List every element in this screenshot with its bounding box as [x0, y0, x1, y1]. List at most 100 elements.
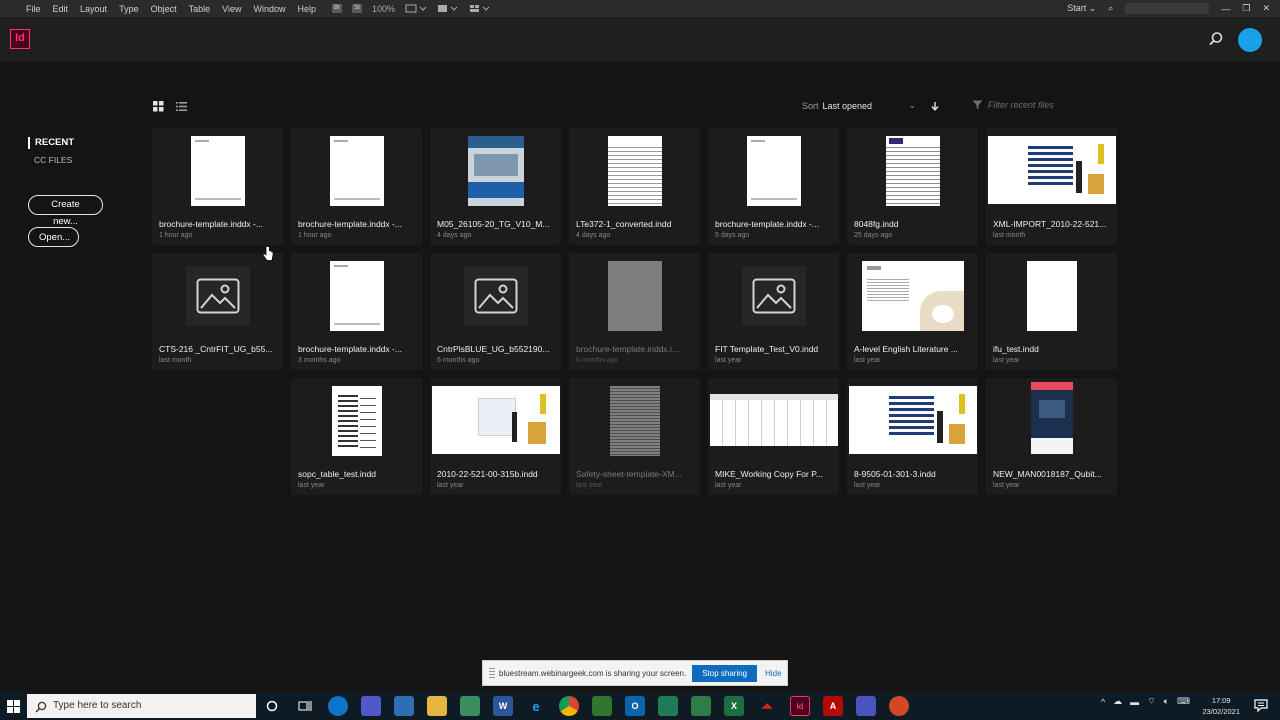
file-time: last year [854, 357, 881, 364]
file-time: 5 days ago [715, 232, 750, 239]
taskbar-clock[interactable]: 17:09 23/02/2021 [1202, 695, 1240, 717]
nav-recent[interactable]: RECENT [28, 137, 74, 149]
file-name: sopc_table_test.indd [298, 469, 376, 479]
powerpoint-icon[interactable] [889, 696, 909, 716]
empty-cell [152, 378, 283, 495]
file-card[interactable]: CTS-216 _CntrFIT_UG_b55... last month [152, 253, 283, 370]
calculator-icon[interactable] [658, 696, 678, 716]
file-card[interactable]: brochure-template.inddx.i... 6 months ag… [569, 253, 700, 370]
create-new-button[interactable]: Create new... [28, 195, 103, 227]
view-options-icon[interactable] [405, 4, 427, 13]
menu-edit[interactable]: Edit [47, 4, 75, 14]
volume-icon[interactable]: 🔈︎ [1164, 696, 1169, 707]
open-button[interactable]: Open... [28, 227, 79, 247]
filter-placeholder: Filter recent files [988, 100, 1055, 110]
file-time: last year [715, 357, 742, 364]
stock-button[interactable]: St [352, 4, 362, 13]
avatar[interactable] [1238, 28, 1262, 52]
notifications-icon[interactable] [1254, 699, 1268, 712]
file-card[interactable]: XML-IMPORT_2010-22-521... last month [986, 128, 1117, 245]
zoom-level[interactable]: 100% [372, 4, 395, 14]
restore-icon[interactable]: ❐ [1242, 3, 1250, 14]
edge-icon[interactable] [328, 696, 348, 716]
file-card[interactable]: 8048fg.indd 25 days ago [847, 128, 978, 245]
screen-share-banner: bluestream.webinargeek.com is sharing yo… [482, 660, 788, 686]
stop-sharing-button[interactable]: Stop sharing [692, 664, 758, 682]
onedrive-icon[interactable]: ▬ [1130, 697, 1139, 707]
filter-recent-files[interactable]: Filter recent files [972, 100, 1054, 110]
keyboard-icon[interactable]: ⌨ [1177, 696, 1190, 707]
arrange-icon[interactable] [469, 4, 491, 13]
store-icon[interactable] [394, 696, 414, 716]
file-card[interactable]: Safety-sheet-template-XM... last year [569, 378, 700, 495]
minimize-icon[interactable]: — [1221, 4, 1230, 14]
file-card[interactable]: brochure-template.inddx -... 3 months ag… [291, 253, 422, 370]
hide-button[interactable]: Hide [765, 669, 781, 678]
bridge-button[interactable]: Br [332, 4, 342, 13]
file-card[interactable]: brochure-template.inddx -... 1 hour ago [291, 128, 422, 245]
app-icon[interactable] [691, 696, 711, 716]
file-card[interactable]: FIT Template_Test_V0.indd last year [708, 253, 839, 370]
image-placeholder-icon [752, 278, 795, 314]
file-name: ifu_test.indd [993, 344, 1039, 354]
file-card[interactable]: A-level English Literature ... last year [847, 253, 978, 370]
chevron-up-icon[interactable]: ^ [1101, 697, 1105, 707]
menu-object[interactable]: Object [145, 4, 183, 14]
file-card[interactable]: brochure-template.inddx -... 5 days ago [708, 128, 839, 245]
taskbar-search-input[interactable]: Type here to search [27, 694, 256, 718]
drag-handle-icon[interactable] [489, 668, 495, 678]
close-icon[interactable]: ✕ [1262, 3, 1270, 14]
file-card[interactable]: brochure-template.inddx -... 1 hour ago [152, 128, 283, 245]
workspace-switcher[interactable]: Start ⌄ [1067, 3, 1096, 14]
outlook-icon[interactable]: O [625, 696, 645, 716]
file-time: 1 hour ago [298, 232, 332, 239]
file-explorer-icon[interactable] [427, 696, 447, 716]
file-card[interactable]: M05_26105-20_TG_V10_M... 4 days ago [430, 128, 561, 245]
app-icon[interactable] [460, 696, 480, 716]
grid-view-icon[interactable] [153, 101, 164, 112]
file-card[interactable]: MIKE_Working Copy For P... last year [708, 378, 839, 495]
file-card[interactable]: LTe372-1_converted.indd 4 days ago [569, 128, 700, 245]
nav-cc-files[interactable]: CC FILES [34, 155, 72, 165]
file-thumbnail [463, 266, 528, 326]
teams-icon[interactable] [361, 696, 381, 716]
menu-table[interactable]: Table [183, 4, 217, 14]
chrome-icon[interactable] [559, 696, 579, 716]
indesign-icon[interactable]: Id [790, 696, 810, 716]
stock-search-input[interactable] [1125, 3, 1210, 14]
sort-value: Last opened [822, 100, 873, 111]
network-icon[interactable]: ☁ [1113, 696, 1122, 707]
file-card[interactable]: 8-9505-01-301-3.indd last year [847, 378, 978, 495]
share-message: bluestream.webinargeek.com is sharing yo… [499, 668, 687, 678]
file-name: FIT Template_Test_V0.indd [715, 344, 819, 354]
excel-icon[interactable]: X [724, 696, 744, 716]
file-card[interactable]: NEW_MAN0018187_Qubit... last year [986, 378, 1117, 495]
file-name: CntrPlsBLUE_UG_b552190... [437, 344, 550, 354]
project-icon[interactable] [592, 696, 612, 716]
file-card[interactable]: CntrPlsBLUE_UG_b552190... 6 months ago [430, 253, 561, 370]
screen-mode-icon[interactable] [437, 4, 459, 13]
menu-help[interactable]: Help [291, 4, 322, 14]
list-view-icon[interactable] [176, 101, 187, 112]
file-card[interactable]: ifu_test.indd last year [986, 253, 1117, 370]
search-icon[interactable] [1208, 31, 1224, 47]
internet-explorer-icon[interactable]: e [526, 696, 546, 716]
acrobat-app-icon[interactable]: A [823, 696, 843, 716]
menu-file[interactable]: File [20, 4, 47, 14]
clock-date: 23/02/2021 [1202, 707, 1240, 716]
sort-dropdown[interactable]: Sort Last opened ⌄ [802, 100, 916, 111]
task-view-icon[interactable] [295, 696, 315, 716]
file-card[interactable]: 2010-22-521-00-315b.indd last year [430, 378, 561, 495]
menu-view[interactable]: View [216, 4, 247, 14]
windows-start-icon[interactable] [7, 700, 20, 713]
teams-app-icon[interactable] [856, 696, 876, 716]
menu-type[interactable]: Type [113, 4, 145, 14]
sort-direction-icon[interactable] [930, 101, 940, 111]
wifi-icon[interactable]: ⌔ [1147, 696, 1155, 707]
menu-layout[interactable]: Layout [74, 4, 113, 14]
cortana-icon[interactable] [262, 696, 282, 716]
word-icon[interactable]: W [493, 696, 513, 716]
acrobat-icon[interactable]: ⏶ [757, 696, 777, 716]
menu-window[interactable]: Window [247, 4, 291, 14]
file-card[interactable]: sopc_table_test.indd last year [291, 378, 422, 495]
